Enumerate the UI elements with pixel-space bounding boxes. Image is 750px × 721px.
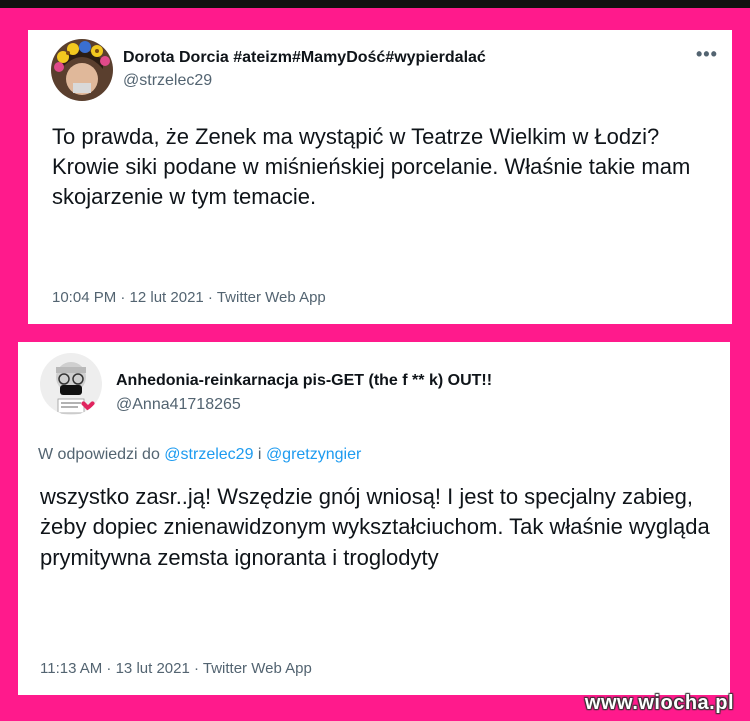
tweet-text: To prawda, że Zenek ma wystąpić w Teatrz…: [52, 124, 691, 209]
top-border: [0, 0, 750, 8]
tweet-card-2[interactable]: Anhedonia-reinkarnacja pis-GET (the f **…: [18, 342, 730, 695]
reply-context: W odpowiedzi do @strzelec29 i @gretzyngi…: [38, 446, 361, 464]
user-handle[interactable]: @Anna41718265: [116, 396, 241, 414]
tweet-timestamp[interactable]: 10:04 PM · 12 lut 2021 · Twitter Web App: [52, 289, 326, 306]
avatar-image: [51, 39, 113, 101]
reply-mention-strzelec29[interactable]: @strzelec29: [164, 446, 253, 463]
avatar[interactable]: [51, 39, 113, 101]
display-name[interactable]: Dorota Dorcia #ateizm#MamyDość#wypierdal…: [123, 49, 486, 67]
reply-join: i: [257, 446, 262, 463]
avatar[interactable]: [40, 353, 102, 415]
tweet-text: wszystko zasr..ją! Wszędzie gnój wniosą!…: [40, 484, 710, 570]
reply-mention-gretzyngier[interactable]: @gretzyngier: [266, 446, 361, 463]
user-handle[interactable]: @strzelec29: [123, 72, 212, 90]
display-name[interactable]: Anhedonia-reinkarnacja pis-GET (the f **…: [116, 372, 492, 390]
more-options-icon[interactable]: •••: [696, 44, 718, 65]
avatar-image: [40, 353, 102, 415]
reply-prefix: W odpowiedzi do: [38, 446, 160, 463]
tweet-card-1[interactable]: Dorota Dorcia #ateizm#MamyDość#wypierdal…: [28, 30, 732, 324]
watermark-text: www.wiocha.pl: [584, 692, 734, 714]
tweet-timestamp[interactable]: 11:13 AM · 13 lut 2021 · Twitter Web App: [40, 660, 312, 677]
